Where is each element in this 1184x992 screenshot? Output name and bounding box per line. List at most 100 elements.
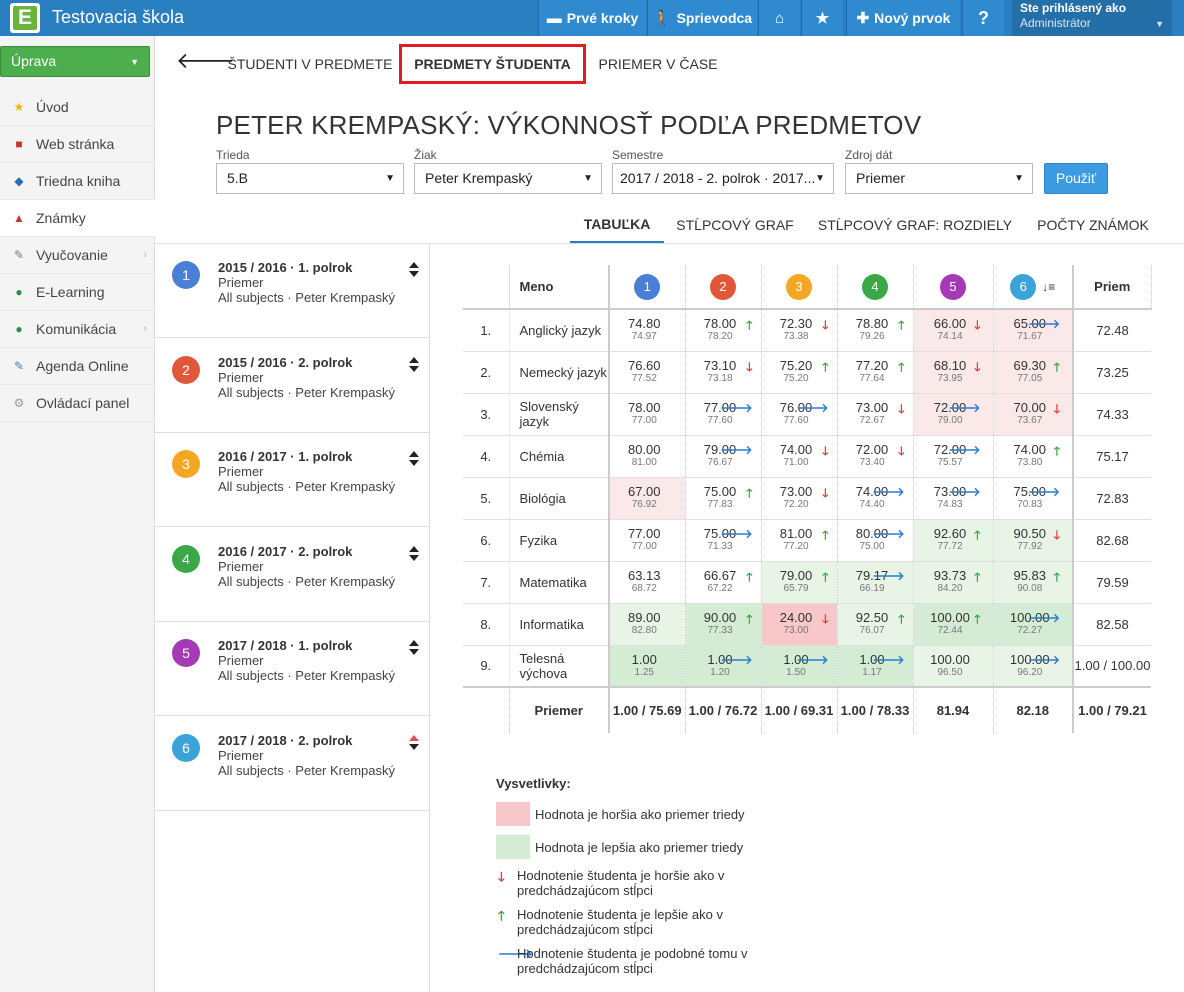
class-average: 76.92 <box>631 499 657 510</box>
favorites-button[interactable]: ★ <box>801 0 843 36</box>
help-button[interactable]: ? <box>962 0 1004 36</box>
sidebar-item-elearning[interactable]: ● E-Learning <box>0 274 155 311</box>
sidebar-item-ovladaci-panel[interactable]: ⚙ Ovládací panel <box>0 385 155 422</box>
guide-button[interactable]: 🚶 Sprievodca <box>647 0 757 36</box>
arrow-right-icon: 🡒 <box>872 484 905 499</box>
class-select[interactable]: 5.B ▼ <box>216 163 404 194</box>
semester-column-header[interactable]: 2 <box>685 265 762 309</box>
user-menu[interactable]: Ste prihlásený ako Administrátor ▼ <box>1012 0 1172 36</box>
arrow-down-icon: 🡓 <box>1053 401 1060 416</box>
semester-column-header[interactable]: 3 <box>761 265 838 309</box>
semester-column-header[interactable]: 5 <box>913 265 994 309</box>
grade-cell: 1.00 1.20 🡒 <box>685 645 762 687</box>
edit-mode-button[interactable]: Úprava ▼ <box>0 46 150 77</box>
semester-badge: 4 <box>862 273 888 300</box>
class-average: 74.97 <box>631 331 657 343</box>
row-number: 5. <box>463 477 510 519</box>
reorder-icon[interactable] <box>409 734 421 750</box>
average-header[interactable]: Priem <box>1073 265 1152 309</box>
tab-predmety-studenta[interactable]: PREDMETY ŠTUDENTA <box>399 44 586 84</box>
arrow-right-icon: 🡒 <box>948 400 981 415</box>
row-number: 9. <box>463 645 510 687</box>
sidebar-item-label: E-Learning <box>36 284 105 300</box>
arrow-down-icon: 🡓 <box>822 443 829 458</box>
app-title[interactable]: Testovacia škola <box>52 7 184 28</box>
class-average: 66.19 <box>859 583 885 594</box>
semester-badge: 2 <box>710 273 736 300</box>
sidebar-item-komunikacia[interactable]: ● Komunikácia › <box>0 311 155 348</box>
sidebar-item-web[interactable]: ■ Web stránka <box>0 126 155 163</box>
semester-title: 2017 / 2018 · 1. polrok <box>218 638 353 653</box>
grade-cell: 68.10 73.95 🡓 <box>913 351 994 393</box>
arrow-down-icon: 🡓 <box>974 359 981 374</box>
grade-cell: 80.00 75.00 🡒 <box>837 519 914 561</box>
tab-stlpcovy-graf-rozdiely[interactable]: STĹPCOVÝ GRAF: ROZDIELY <box>812 207 1018 243</box>
student-select[interactable]: Peter Krempaský ▼ <box>414 163 602 194</box>
tab-tabulka[interactable]: TABUĽKA <box>570 207 664 243</box>
semester-column-header[interactable]: 1 <box>609 265 686 309</box>
sidebar-item-agenda-online[interactable]: ✎ Agenda Online <box>0 348 155 385</box>
subject-name: Nemecký jazyk <box>509 351 610 393</box>
tab-stlpcovy-graf[interactable]: STĹPCOVÝ GRAF <box>670 207 800 243</box>
tab-priemer-v-case[interactable]: PRIEMER V ČASE <box>594 44 722 84</box>
reorder-icon[interactable] <box>409 356 421 372</box>
tab-pocty-znamok[interactable]: POČTY ZNÁMOK <box>1030 207 1156 243</box>
sidebar-item-label: Triedna kniha <box>36 173 121 189</box>
arrow-up-icon: 🡑 <box>898 359 905 374</box>
semester-column-header[interactable]: 6 ↓≡ <box>993 265 1074 309</box>
sidebar-item-triedna-kniha[interactable]: ◆ Triedna kniha <box>0 163 155 200</box>
class-average: 76.67 <box>707 457 733 468</box>
sidebar-item-znamky[interactable]: ▲ Známky <box>0 200 155 237</box>
table-row: 9. Telesná výchova 1.00 1.25 1.00 1.20 🡒 1.00 1.… <box>463 645 1151 687</box>
subject-name: Biológia <box>509 477 610 519</box>
semester-item[interactable]: 2 2015 / 2016 · 2. polrok Priemer All subje… <box>155 339 430 433</box>
grade-cell: 78.00 77.00 <box>609 393 686 435</box>
subject-average: 82.68 <box>1096 532 1129 548</box>
reorder-icon[interactable] <box>409 262 421 277</box>
semester-item[interactable]: 3 2016 / 2017 · 1. polrok Priemer All subje… <box>155 433 430 527</box>
student-label: Žiak <box>414 148 437 162</box>
legend-better-text: Hodnota je lepšia ako priemer triedy <box>535 840 744 855</box>
plus-icon: ✚ <box>856 10 870 27</box>
semester-column-header[interactable]: 4 <box>837 265 914 309</box>
arrow-up-icon: 🡑 <box>974 527 981 542</box>
semester-item[interactable]: 4 2016 / 2017 · 2. polrok Priemer All subje… <box>155 528 430 622</box>
grade-cell: 77.00 77.00 <box>609 519 686 561</box>
new-item-button[interactable]: ✚ Nový prvok <box>846 0 960 36</box>
source-label: Zdroj dát <box>845 148 893 162</box>
home-icon: ⌂ <box>774 9 785 27</box>
class-average: 71.33 <box>707 541 733 552</box>
legend: Vysvetlivky: Hodnota je horšia ako priem… <box>496 776 796 976</box>
grade-value: 100.00 <box>930 651 970 667</box>
sort-descending-icon[interactable]: ↓≡ <box>1042 280 1055 294</box>
semester-source: Priemer <box>218 369 264 385</box>
subject-average: 74.33 <box>1096 406 1129 422</box>
sidebar-item-uvod[interactable]: ★ Úvod <box>0 89 155 126</box>
reorder-icon[interactable] <box>409 640 421 655</box>
app-logo[interactable]: E <box>10 3 40 33</box>
sidebar-item-vyucovanie[interactable]: ✎ Vyučovanie › <box>0 237 155 274</box>
home-button[interactable]: ⌂ <box>758 0 800 36</box>
semester-item[interactable]: 1 2015 / 2016 · 1. polrok Priemer All subje… <box>155 244 430 338</box>
subject-average: 75.17 <box>1096 448 1129 464</box>
semesters-select[interactable]: 2017 / 2018 - 2. polrok · 2017... ▼ <box>612 163 834 194</box>
arrow-right-icon: 🡒 <box>872 652 905 667</box>
chevron-right-icon: › <box>143 249 147 261</box>
reorder-icon[interactable] <box>409 451 421 466</box>
reorder-icon[interactable] <box>409 545 421 561</box>
performance-table: Meno 1 2 3 4 5 6 ↓≡ Priem 1. Anglický jazy… <box>463 265 1152 733</box>
class-average: 74.40 <box>859 499 885 510</box>
table-row: 5. Biológia 67.00 76.92 75.00 77.83 🡑 73.00 72.2… <box>463 477 1151 519</box>
semester-item[interactable]: 6 2017 / 2018 · 2. polrok Priemer All subje… <box>155 717 430 811</box>
apply-button[interactable]: Použiť <box>1044 163 1108 194</box>
grade-value: 77.00 <box>627 526 661 541</box>
row-number: 7. <box>463 561 510 603</box>
source-select[interactable]: Priemer ▼ <box>845 163 1033 194</box>
grade-cell: 100.00 96.20 🡒 <box>993 645 1074 687</box>
class-average: 79.00 <box>937 415 963 426</box>
name-header[interactable]: Meno <box>509 265 610 309</box>
footer-value: 82.18 <box>993 687 1074 733</box>
first-steps-button[interactable]: ▬ Prvé kroky <box>538 0 646 36</box>
semester-item[interactable]: 5 2017 / 2018 · 1. polrok Priemer All subje… <box>155 622 430 716</box>
tab-studenti-v-predmete[interactable]: ŠTUDENTI V PREDMETE <box>226 44 394 84</box>
